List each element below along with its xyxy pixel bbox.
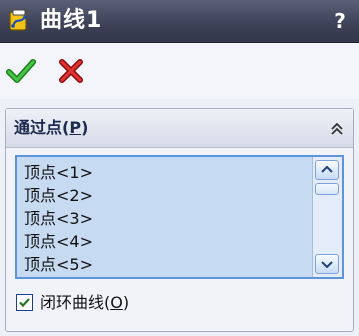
help-button[interactable]: ? <box>329 6 351 36</box>
group-header[interactable]: 通过点(P) <box>6 109 353 148</box>
curve-feature-icon <box>7 8 31 32</box>
property-manager-panel: 曲线1 ? 通过点(P) 顶点<1> 顶点<2> 顶点<3> 顶点<4> 顶点<… <box>0 0 359 336</box>
scroll-down-button[interactable] <box>315 254 339 274</box>
group-title: 通过点(P) <box>14 118 89 137</box>
cancel-button[interactable] <box>56 56 86 86</box>
closed-curve-label: 闭环曲线(O) <box>40 293 130 312</box>
closed-curve-checkbox[interactable] <box>16 294 33 311</box>
checkmark-icon <box>19 298 30 308</box>
list-item[interactable]: 顶点<5> <box>24 253 93 276</box>
red-x-icon <box>59 59 83 83</box>
vertical-scrollbar[interactable] <box>312 157 342 277</box>
list-item[interactable]: 顶点<2> <box>24 184 93 207</box>
list-item[interactable]: 顶点<3> <box>24 207 93 230</box>
vertex-list[interactable]: 顶点<1> 顶点<2> 顶点<3> 顶点<4> 顶点<5> <box>15 155 344 279</box>
double-chevron-up-icon[interactable] <box>330 121 344 135</box>
list-item[interactable]: 顶点<1> <box>24 161 93 184</box>
action-bar <box>0 43 359 99</box>
through-points-group: 通过点(P) 顶点<1> 顶点<2> 顶点<3> 顶点<4> 顶点<5> 闭环曲… <box>5 108 354 332</box>
green-checkmark-icon <box>6 59 36 83</box>
ok-button[interactable] <box>6 56 36 86</box>
list-item[interactable]: 顶点<4> <box>24 230 93 253</box>
scroll-thumb[interactable] <box>315 183 339 195</box>
panel-title: 曲线1 <box>40 8 103 33</box>
vertex-list-items: 顶点<1> 顶点<2> 顶点<3> 顶点<4> 顶点<5> <box>24 161 93 276</box>
chevron-up-icon <box>321 165 333 173</box>
chevron-down-icon <box>321 261 333 269</box>
title-bar: 曲线1 ? <box>0 0 359 43</box>
scroll-up-button[interactable] <box>315 160 339 180</box>
